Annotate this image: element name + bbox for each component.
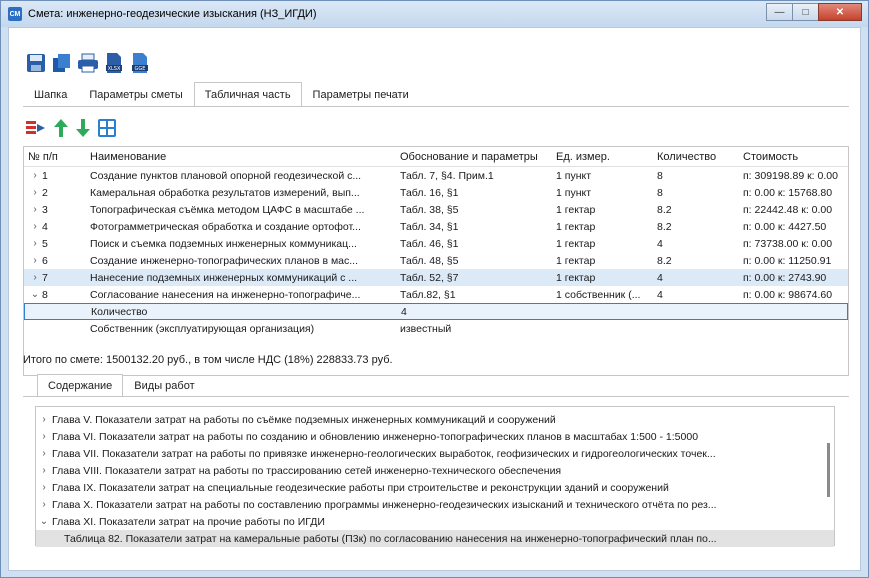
chevron-right-icon[interactable]: ›: [36, 448, 52, 459]
tab-header[interactable]: Шапка: [23, 84, 78, 106]
calculator-icon[interactable]: [97, 118, 117, 141]
chevron-down-icon[interactable]: ⌄: [28, 289, 42, 300]
print-icon[interactable]: [77, 52, 99, 74]
table-row[interactable]: › 7 Нанесение подземных инженерных коммун…: [24, 269, 848, 286]
tree-item[interactable]: › Глава VII. Показатели затрат на работы …: [36, 445, 834, 462]
table-row[interactable]: › 2 Камеральная обработка результатов изм…: [24, 184, 848, 201]
move-down-icon[interactable]: [75, 118, 91, 141]
col-num[interactable]: № п/п: [24, 151, 86, 163]
xlsx-icon[interactable]: XLSX: [103, 52, 125, 74]
table-row[interactable]: › 6 Создание инженерно-топографических пл…: [24, 252, 848, 269]
chevron-right-icon[interactable]: ›: [36, 431, 52, 442]
contents-tree: › Глава V. Показатели затрат на работы по…: [35, 406, 835, 547]
tab-table-part[interactable]: Табличная часть: [193, 82, 302, 106]
col-name[interactable]: Наименование: [86, 151, 396, 163]
close-button[interactable]: ✕: [818, 3, 862, 21]
chevron-right-icon[interactable]: ›: [36, 414, 52, 425]
col-unit[interactable]: Ед. измер.: [552, 151, 653, 163]
col-qty[interactable]: Количество: [653, 151, 739, 163]
save-icon[interactable]: [25, 52, 47, 74]
chevron-right-icon[interactable]: ›: [28, 255, 42, 266]
minimize-button[interactable]: —: [766, 3, 793, 21]
gge-icon[interactable]: GGE: [129, 52, 151, 74]
param-row-quantity[interactable]: Количество 4: [24, 303, 848, 320]
chevron-right-icon[interactable]: ›: [28, 204, 42, 215]
main-toolbar: XLSX GGE: [25, 52, 151, 74]
app-window: СМ Смета: инженерно-геодезические изыска…: [0, 0, 869, 578]
chevron-right-icon[interactable]: ›: [28, 170, 42, 181]
title-bar[interactable]: СМ Смета: инженерно-геодезические изыска…: [1, 1, 868, 27]
bottom-tabs: Содержание Виды работ: [37, 374, 206, 396]
param-value-owner[interactable]: известный: [396, 323, 552, 335]
table-header: № п/п Наименование Обоснование и парамет…: [24, 147, 848, 167]
chevron-right-icon[interactable]: ›: [36, 465, 52, 476]
top-tabs: Шапка Параметры сметы Табличная часть Па…: [23, 82, 420, 106]
tab-estimate-params[interactable]: Параметры сметы: [78, 84, 193, 106]
param-value-quantity[interactable]: 4: [397, 306, 553, 318]
move-up-icon[interactable]: [53, 118, 69, 141]
table-row[interactable]: › 5 Поиск и съемка подземных инженерных к…: [24, 235, 848, 252]
tree-item[interactable]: › Глава VI. Показатели затрат на работы п…: [36, 428, 834, 445]
tree-scrollbar[interactable]: [827, 443, 830, 497]
table-row[interactable]: › 4 Фотограмметрическая обработка и созда…: [24, 218, 848, 235]
col-cost[interactable]: Стоимость: [739, 151, 848, 163]
app-icon: СМ: [8, 7, 22, 21]
tree-item-selected[interactable]: Таблица 82. Показатели затрат на камерал…: [36, 530, 834, 547]
tab-divider: [23, 106, 849, 107]
svg-text:XLSX: XLSX: [108, 66, 121, 72]
copy-icon[interactable]: [51, 52, 73, 74]
tab-contents[interactable]: Содержание: [37, 374, 124, 396]
chevron-down-icon[interactable]: ⌄: [36, 516, 52, 527]
chevron-right-icon[interactable]: ›: [28, 187, 42, 198]
window-title: Смета: инженерно-геодезические изыскания…: [28, 8, 317, 20]
tree-item[interactable]: › Глава X. Показатели затрат на работы по…: [36, 496, 834, 513]
tree-item[interactable]: ⌄ Глава XI. Показатели затрат на прочие р…: [36, 513, 834, 530]
tree-item[interactable]: › Глава IX. Показатели затрат на специаль…: [36, 479, 834, 496]
chevron-right-icon[interactable]: ›: [28, 272, 42, 283]
chevron-right-icon[interactable]: ›: [28, 238, 42, 249]
chevron-right-icon[interactable]: ›: [36, 499, 52, 510]
table-row[interactable]: › 1 Создание пунктов плановой опорной гео…: [24, 167, 848, 184]
table-row[interactable]: › 3 Топографическая съёмка методом ЦАФС в…: [24, 201, 848, 218]
tab-work-types[interactable]: Виды работ: [123, 374, 205, 396]
svg-text:GGE: GGE: [135, 66, 146, 72]
client-area: XLSX GGE Шапка Параметры сметы Табличная…: [8, 27, 861, 571]
maximize-button[interactable]: □: [792, 3, 819, 21]
insert-row-icon[interactable]: [25, 118, 47, 141]
table-toolbar: [25, 118, 117, 141]
chevron-right-icon[interactable]: ›: [36, 482, 52, 493]
chevron-right-icon[interactable]: ›: [28, 221, 42, 232]
table-row[interactable]: ⌄ 8 Согласование нанесения на инженерно-т…: [24, 286, 848, 303]
tree-item[interactable]: › Глава V. Показатели затрат на работы по…: [36, 411, 834, 428]
estimate-total: Итого по смете: 1500132.20 руб., в том ч…: [23, 354, 393, 366]
estimate-table: № п/п Наименование Обоснование и парамет…: [23, 146, 849, 376]
col-basis[interactable]: Обоснование и параметры: [396, 151, 552, 163]
tab-print-params[interactable]: Параметры печати: [302, 84, 420, 106]
bottom-tab-divider: [23, 396, 849, 397]
param-row-owner[interactable]: Собственник (эксплуатирующая организация…: [24, 320, 848, 337]
tree-item[interactable]: › Глава VIII. Показатели затрат на работы…: [36, 462, 834, 479]
